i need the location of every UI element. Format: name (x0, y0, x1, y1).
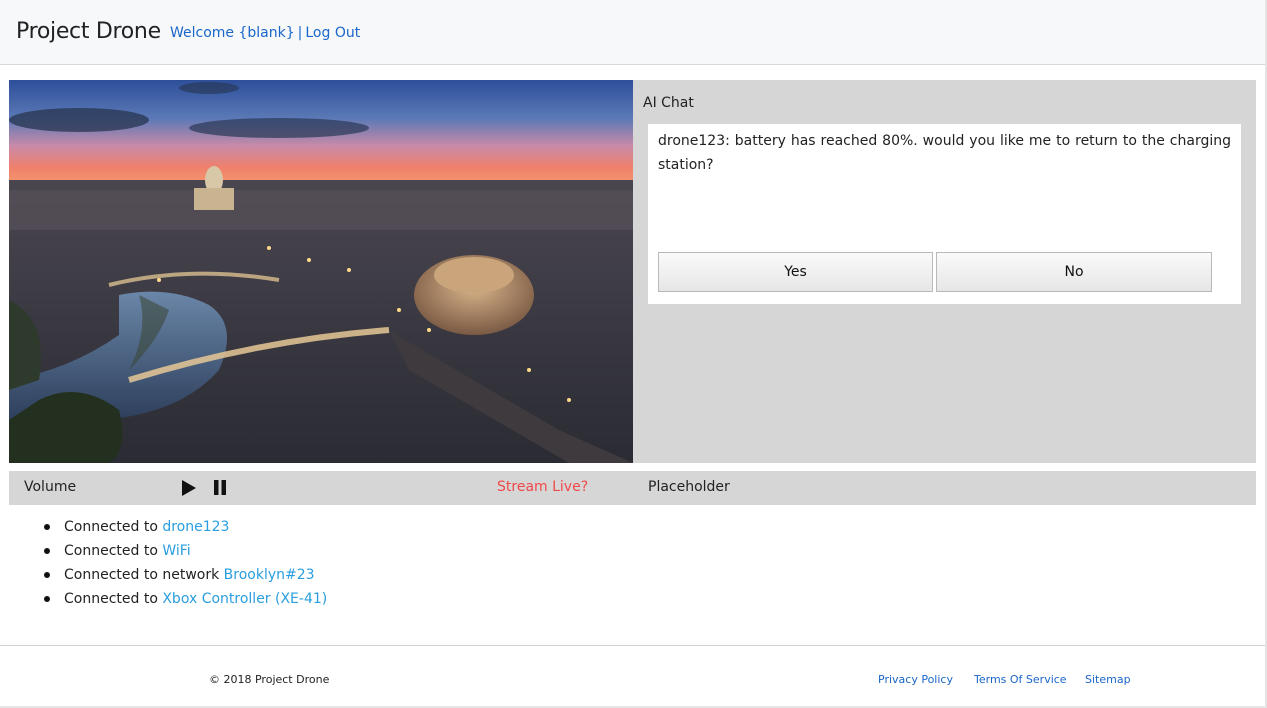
chat-message: drone123: battery has reached 80%. would… (658, 133, 1231, 173)
placeholder-label: Placeholder (648, 479, 730, 495)
brand-title[interactable]: Project Drone (16, 19, 161, 44)
privacy-policy-link[interactable]: Privacy Policy (878, 673, 953, 686)
no-button[interactable]: No (936, 252, 1212, 292)
bullet-icon (44, 572, 50, 578)
stream-live-link[interactable]: Stream Live? (497, 479, 588, 495)
terms-of-service-link[interactable]: Terms Of Service (974, 673, 1067, 686)
pause-icon[interactable] (213, 480, 227, 495)
volume-label[interactable]: Volume (24, 479, 76, 495)
status-prefix: Connected to (64, 591, 163, 607)
top-navbar: Project Drone Welcome {blank} | Log Out (0, 0, 1265, 65)
ai-chat-panel: AI Chat drone123: battery has reached 80… (633, 80, 1256, 463)
chat-message-box: drone123: battery has reached 80%. would… (648, 124, 1241, 304)
video-frame-image (9, 80, 633, 463)
bullet-icon (44, 524, 50, 530)
bullet-icon (44, 548, 50, 554)
video-stream[interactable] (9, 80, 633, 463)
status-link-wifi[interactable]: WiFi (162, 543, 190, 559)
control-bar: Volume Stream Live? Placeholder (9, 471, 1256, 505)
bullet-icon (44, 596, 50, 602)
chat-title: AI Chat (643, 95, 694, 111)
sitemap-link[interactable]: Sitemap (1085, 673, 1131, 686)
status-prefix: Connected to (64, 519, 163, 535)
user-bar: Welcome {blank} | Log Out (170, 25, 360, 41)
yes-button[interactable]: Yes (658, 252, 933, 292)
copyright-text: © 2018 Project Drone (209, 673, 330, 686)
status-prefix: Connected to (64, 543, 163, 559)
list-item: Connected to Xbox Controller (XE-41) (44, 587, 327, 611)
page-footer: © 2018 Project Drone Privacy Policy Term… (0, 645, 1265, 708)
status-link-controller[interactable]: Xbox Controller (XE-41) (162, 591, 327, 607)
user-bar-separator: | (297, 25, 303, 41)
status-prefix: Connected to network (64, 567, 224, 583)
play-icon[interactable] (181, 479, 197, 497)
list-item: Connected to drone123 (44, 515, 327, 539)
connection-status-list: Connected to drone123 Connected to WiFi … (44, 515, 327, 611)
list-item: Connected to WiFi (44, 539, 327, 563)
status-link-network[interactable]: Brooklyn#23 (224, 567, 315, 583)
welcome-text[interactable]: Welcome {blank} (170, 25, 295, 41)
logout-link[interactable]: Log Out (305, 25, 360, 41)
status-link-drone[interactable]: drone123 (162, 519, 229, 535)
list-item: Connected to network Brooklyn#23 (44, 563, 327, 587)
